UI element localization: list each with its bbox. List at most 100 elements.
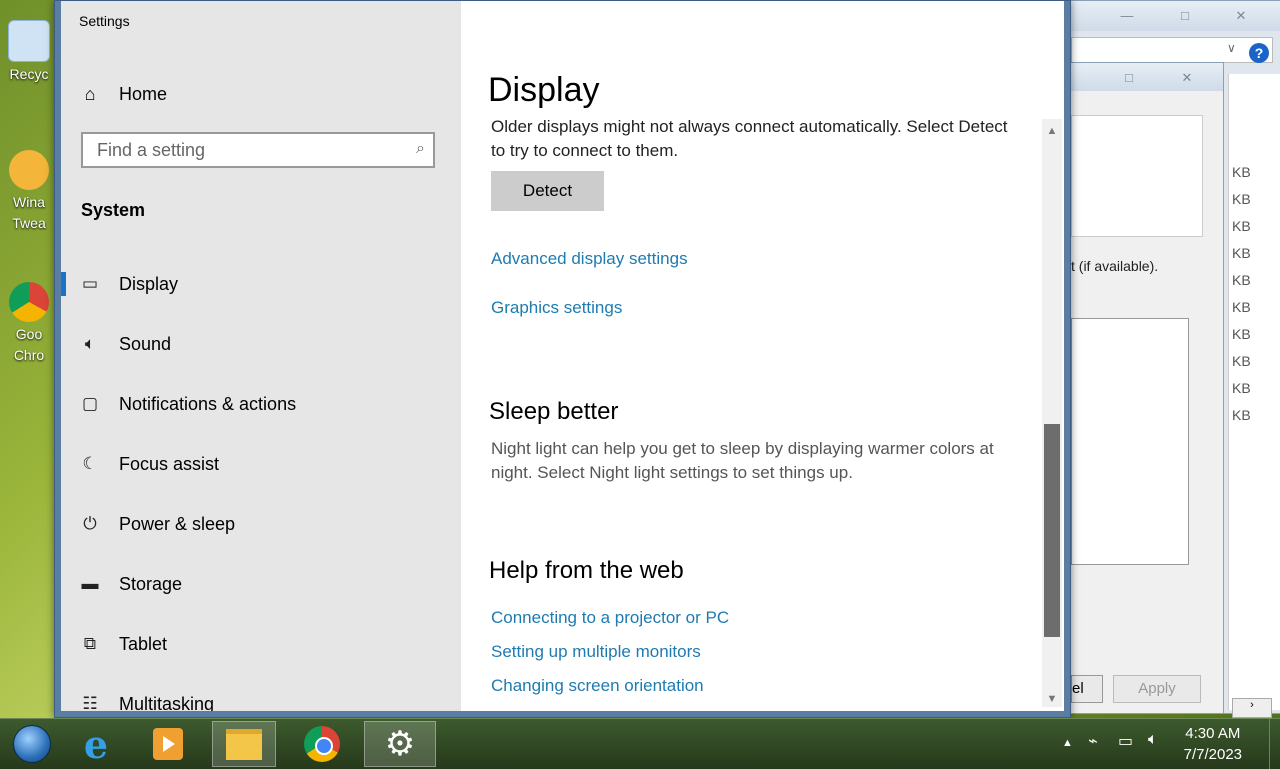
file-size: KB bbox=[1232, 326, 1251, 342]
scroll-down-icon[interactable]: ▼ bbox=[1042, 691, 1062, 707]
settings-window[interactable]: Settings ⌂ Home ⌕ System ▭ Display 🔈︎ So… bbox=[54, 0, 1071, 718]
help-link-screen-orientation[interactable]: Changing screen orientation bbox=[491, 676, 704, 696]
file-size: KB bbox=[1232, 272, 1251, 288]
file-size: KB bbox=[1232, 245, 1251, 261]
file-size: KB bbox=[1232, 218, 1251, 234]
maximize-icon[interactable]: □ bbox=[1115, 69, 1143, 87]
taskbar-media-player-button[interactable] bbox=[136, 721, 200, 767]
dialog-text: t (if available). bbox=[1071, 258, 1159, 274]
detect-description: to try to connect to them. bbox=[491, 141, 679, 160]
minimize-icon[interactable]: — bbox=[1113, 7, 1141, 25]
close-icon[interactable]: ✕ bbox=[1173, 69, 1201, 87]
scrollbar-thumb[interactable] bbox=[1044, 424, 1060, 637]
storage-icon: ▬ bbox=[81, 574, 99, 593]
network-disconnected-icon[interactable]: ⌁ bbox=[1088, 731, 1098, 751]
sleep-better-heading: Sleep better bbox=[489, 398, 619, 425]
apply-button[interactable]: Apply bbox=[1113, 675, 1201, 703]
nav-item-label: Notifications & actions bbox=[119, 393, 297, 414]
nav-home[interactable]: ⌂ Home bbox=[79, 81, 167, 107]
taskbar: e ⚙ ▲ ⌁ ▭ 🔈︎ 4:30 AM 7/7/2023 bbox=[0, 718, 1280, 769]
scroll-up-icon[interactable]: ▲ bbox=[1042, 123, 1062, 139]
show-hidden-icons-icon[interactable]: ▲ bbox=[1062, 737, 1073, 749]
help-link-projector[interactable]: Connecting to a projector or PC bbox=[491, 608, 729, 628]
cancel-button[interactable]: el bbox=[1071, 675, 1103, 703]
file-size: KB bbox=[1232, 407, 1251, 423]
background-dialog[interactable]: □ ✕ t (if available). el Apply bbox=[1070, 62, 1224, 714]
advanced-display-settings-link[interactable]: Advanced display settings bbox=[491, 249, 688, 269]
settings-gear-icon: ⚙ bbox=[384, 725, 416, 763]
taskbar-file-explorer-button[interactable] bbox=[212, 721, 276, 767]
nav-item-power-sleep[interactable]: ⏻ Power & sleep bbox=[61, 504, 461, 544]
nav-item-label: Sound bbox=[119, 333, 172, 354]
notification-icon: ▢ bbox=[81, 394, 99, 413]
sleep-description: night. Select Night light settings to se… bbox=[491, 463, 853, 482]
dialog-list[interactable] bbox=[1071, 318, 1189, 565]
close-icon[interactable]: ✕ bbox=[1227, 7, 1255, 25]
nav-item-storage[interactable]: ▬ Storage bbox=[61, 564, 461, 604]
desktop-icon-label: Recyc bbox=[9, 66, 49, 82]
taskbar-chrome-button[interactable] bbox=[290, 721, 354, 767]
nav-item-focus-assist[interactable]: ☾ Focus assist bbox=[61, 444, 461, 484]
multitasking-icon: ☷ bbox=[82, 694, 98, 711]
help-icon[interactable]: ? bbox=[1249, 43, 1269, 63]
file-explorer-icon bbox=[226, 728, 262, 760]
app-title: Settings bbox=[79, 13, 130, 29]
home-icon: ⌂ bbox=[84, 83, 96, 104]
nav-item-sound[interactable]: 🔈︎ Sound bbox=[61, 324, 461, 364]
nav-home-label: Home bbox=[119, 83, 168, 104]
volume-muted-icon[interactable]: 🔈︎ bbox=[1148, 731, 1158, 749]
help-heading: Help from the web bbox=[489, 557, 684, 584]
nav-item-label: Multitasking bbox=[119, 693, 215, 712]
taskbar-settings-button[interactable]: ⚙ bbox=[364, 721, 436, 767]
page-title: Display bbox=[488, 71, 600, 109]
file-size: KB bbox=[1232, 191, 1251, 207]
nav-item-label: Focus assist bbox=[119, 453, 220, 474]
chrome-icon bbox=[304, 726, 340, 762]
file-size: KB bbox=[1232, 380, 1251, 396]
search-icon[interactable]: ⌕ bbox=[416, 140, 425, 158]
desktop-icon-chrome[interactable]: Goo Chro bbox=[0, 282, 58, 366]
nav-item-multitasking[interactable]: ☷ Multitasking bbox=[61, 684, 461, 712]
desktop-icon-label: Goo Chro bbox=[13, 326, 45, 363]
nav-item-label: Storage bbox=[119, 573, 183, 594]
google-chrome-icon bbox=[9, 282, 49, 322]
detect-description: Older displays might not always connect … bbox=[491, 117, 1008, 136]
scrollbar[interactable]: ▲ ▼ bbox=[1042, 119, 1062, 707]
chevron-down-icon[interactable]: ∨ bbox=[1227, 41, 1236, 55]
maximize-icon[interactable]: □ bbox=[1171, 7, 1199, 25]
nav-item-label: Tablet bbox=[119, 633, 168, 654]
internet-explorer-icon: e bbox=[83, 721, 109, 767]
nav-item-display[interactable]: ▭ Display bbox=[61, 264, 461, 304]
taskbar-ie-button[interactable]: e bbox=[64, 721, 128, 767]
start-button[interactable] bbox=[0, 721, 64, 767]
file-size: KB bbox=[1232, 164, 1251, 180]
clock-date: 7/7/2023 bbox=[1183, 746, 1242, 763]
desktop-icon-winaero[interactable]: Wina Twea bbox=[0, 150, 58, 234]
section-label: System bbox=[81, 200, 146, 220]
nav-item-label: Display bbox=[119, 273, 179, 294]
file-size: KB bbox=[1232, 353, 1251, 369]
desktop-icon-recycle-bin[interactable]: Recyc bbox=[0, 20, 58, 85]
sleep-description: Night light can help you get to sleep by… bbox=[491, 439, 994, 458]
start-orb-icon bbox=[13, 725, 51, 763]
desktop-icon-label: Wina Twea bbox=[12, 194, 46, 231]
detect-button[interactable]: Detect bbox=[491, 171, 604, 211]
clock[interactable]: 4:30 AM 7/7/2023 bbox=[1184, 723, 1242, 765]
monitor-icon: ▭ bbox=[81, 274, 99, 293]
nav-item-tablet[interactable]: ⧉ Tablet bbox=[61, 624, 461, 664]
nav-item-label: Power & sleep bbox=[119, 513, 236, 534]
graphics-settings-link[interactable]: Graphics settings bbox=[491, 298, 622, 318]
scroll-right-icon[interactable]: › bbox=[1232, 698, 1272, 718]
help-link-multiple-monitors[interactable]: Setting up multiple monitors bbox=[491, 642, 701, 662]
recycle-bin-icon bbox=[8, 20, 50, 62]
search-input[interactable] bbox=[83, 134, 397, 166]
clock-time: 4:30 AM bbox=[1185, 725, 1241, 742]
settings-content: Display Older displays might not always … bbox=[461, 1, 1064, 711]
show-desktop-button[interactable] bbox=[1269, 719, 1280, 769]
action-center-icon[interactable]: ▭ bbox=[1118, 731, 1133, 751]
search-box[interactable]: ⌕ bbox=[81, 132, 435, 168]
speaker-icon: 🔈︎ bbox=[84, 334, 96, 353]
moon-icon: ☾ bbox=[82, 454, 98, 473]
address-bar[interactable] bbox=[1071, 37, 1273, 63]
nav-item-notifications[interactable]: ▢ Notifications & actions bbox=[61, 384, 461, 424]
